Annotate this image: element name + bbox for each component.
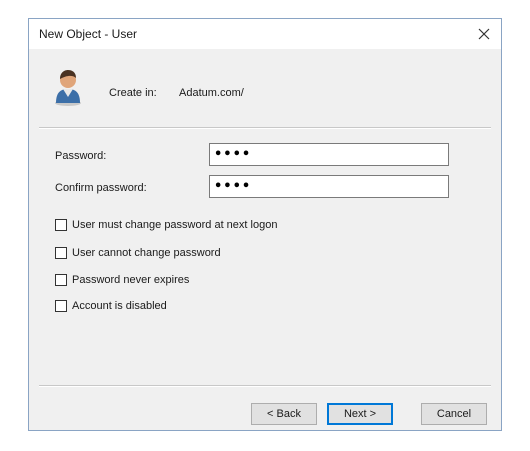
next-button[interactable]: Next > xyxy=(327,403,393,425)
option-label: User cannot change password xyxy=(72,247,221,259)
user-icon xyxy=(55,70,81,106)
create-in-label: Create in: xyxy=(109,87,157,99)
option-label: User must change password at next logon xyxy=(72,219,278,231)
option-cannot-change-password[interactable]: User cannot change password xyxy=(55,245,221,261)
create-in-value: Adatum.com/ xyxy=(179,87,244,99)
title-bar: New Object - User xyxy=(29,19,501,49)
back-button[interactable]: < Back xyxy=(251,403,317,425)
option-password-never-expires[interactable]: Password never expires xyxy=(55,272,189,288)
checkbox-account-disabled[interactable] xyxy=(55,300,67,312)
window-title: New Object - User xyxy=(39,27,138,41)
checkbox-cannot-change-password[interactable] xyxy=(55,247,67,259)
option-label: Account is disabled xyxy=(72,300,167,312)
option-account-disabled[interactable]: Account is disabled xyxy=(55,298,167,314)
header-area: Create in: Adatum.com/ xyxy=(29,49,501,127)
header-separator xyxy=(39,127,491,129)
confirm-password-label: Confirm password: xyxy=(55,182,147,194)
close-icon xyxy=(478,28,490,40)
password-label: Password: xyxy=(55,150,107,162)
option-must-change-password[interactable]: User must change password at next logon xyxy=(55,217,277,233)
cancel-button[interactable]: Cancel xyxy=(421,403,487,425)
checkbox-must-change-password[interactable] xyxy=(55,219,67,231)
option-label: Password never expires xyxy=(72,274,190,286)
footer-separator xyxy=(39,385,491,387)
password-field[interactable] xyxy=(209,143,449,166)
close-button[interactable] xyxy=(473,23,495,45)
confirm-password-field[interactable] xyxy=(209,175,449,198)
checkbox-password-never-expires[interactable] xyxy=(55,274,67,286)
new-user-dialog: New Object - User Create in: Adatum.com/… xyxy=(28,18,502,431)
